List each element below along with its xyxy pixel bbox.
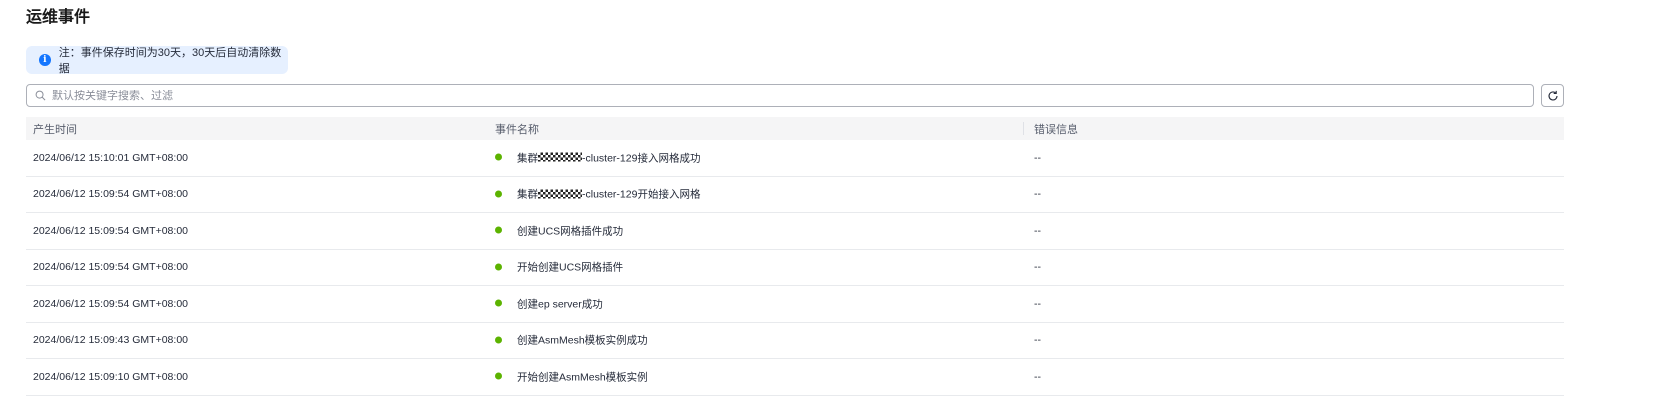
- event-name-text: 创建UCS网格插件成功: [517, 225, 624, 238]
- event-error: --: [1034, 370, 1041, 383]
- table-header: 产生时间 事件名称 错误信息: [26, 117, 1564, 140]
- table-row[interactable]: 2024/06/12 15:09:10 GMT+08:00 开始创建AsmMesh…: [26, 359, 1564, 396]
- event-name: 开始创建UCS网格插件: [495, 260, 623, 275]
- table-row[interactable]: 2024/06/12 15:09:54 GMT+08:00 创建ep server…: [26, 286, 1564, 323]
- search-icon: [35, 90, 46, 101]
- event-name: 集群 -cluster-129接入网格成功: [495, 150, 700, 165]
- event-time: 2024/06/12 15:09:43 GMT+08:00: [33, 334, 188, 347]
- status-dot-icon: [495, 263, 502, 271]
- event-time: 2024/06/12 15:10:01 GMT+08:00: [33, 151, 188, 164]
- event-time: 2024/06/12 15:09:54 GMT+08:00: [33, 261, 188, 274]
- event-time: 2024/06/12 15:09:10 GMT+08:00: [33, 370, 188, 383]
- refresh-button[interactable]: [1541, 84, 1564, 107]
- status-dot-icon: [495, 153, 502, 161]
- column-divider[interactable]: [1023, 122, 1024, 135]
- column-header-time[interactable]: 产生时间: [33, 121, 77, 137]
- table-body: 2024/06/12 15:10:01 GMT+08:00 集群 -cluster-…: [26, 140, 1564, 396]
- event-error: --: [1034, 151, 1041, 164]
- event-name: 集群 -cluster-129开始接入网格: [495, 187, 700, 202]
- column-header-name[interactable]: 事件名称: [495, 121, 539, 137]
- redacted-mask: [538, 152, 582, 162]
- refresh-icon: [1547, 90, 1558, 100]
- event-name-text: 开始创建AsmMesh模板实例: [517, 371, 648, 384]
- notice-text: 注：事件保存时间为30天，30天后自动清除数据: [58, 47, 282, 75]
- event-name-text: 开始创建UCS网格插件: [517, 261, 624, 274]
- event-name-text: 创建AsmMesh模板实例成功: [517, 334, 648, 347]
- status-dot-icon: [495, 299, 502, 307]
- events-table: 产生时间 事件名称 错误信息 2024/06/12 15:10:01 GMT+0…: [26, 117, 1564, 396]
- search-box[interactable]: [26, 84, 1534, 107]
- event-name: 创建AsmMesh模板实例成功: [495, 333, 648, 348]
- event-error: --: [1034, 297, 1041, 310]
- event-name-suffix: -cluster-129接入网格成功: [582, 152, 701, 165]
- event-error: --: [1034, 261, 1041, 274]
- event-name-text: 集群: [517, 188, 538, 201]
- status-dot-icon: [495, 190, 502, 198]
- event-name-suffix: -cluster-129开始接入网格: [582, 188, 701, 201]
- table-row[interactable]: 2024/06/12 15:09:54 GMT+08:00 开始创建UCS网格插件…: [26, 250, 1564, 286]
- retention-notice: i 注：事件保存时间为30天，30天后自动清除数据: [26, 46, 288, 75]
- event-name: 创建UCS网格插件成功: [495, 223, 623, 238]
- search-input[interactable]: [52, 89, 1533, 102]
- page-title: 运维事件: [26, 9, 91, 26]
- event-error: --: [1034, 224, 1041, 237]
- status-dot-icon: [495, 372, 502, 380]
- table-row[interactable]: 2024/06/12 15:09:43 GMT+08:00 创建AsmMesh模板…: [26, 323, 1564, 359]
- info-icon: i: [39, 54, 51, 66]
- table-row[interactable]: 2024/06/12 15:09:54 GMT+08:00 集群 -cluster-…: [26, 177, 1564, 213]
- event-name-text: 集群: [517, 152, 538, 165]
- event-time: 2024/06/12 15:09:54 GMT+08:00: [33, 188, 188, 201]
- column-header-error[interactable]: 错误信息: [1034, 121, 1078, 137]
- event-name-text: 创建ep server成功: [517, 298, 603, 311]
- event-error: --: [1034, 188, 1041, 201]
- status-dot-icon: [495, 226, 502, 234]
- table-row[interactable]: 2024/06/12 15:10:01 GMT+08:00 集群 -cluster-…: [26, 140, 1564, 177]
- event-name: 创建ep server成功: [495, 296, 603, 311]
- event-time: 2024/06/12 15:09:54 GMT+08:00: [33, 297, 188, 310]
- event-error: --: [1034, 334, 1041, 347]
- redacted-mask: [538, 189, 582, 199]
- event-time: 2024/06/12 15:09:54 GMT+08:00: [33, 224, 188, 237]
- event-name: 开始创建AsmMesh模板实例: [495, 369, 648, 384]
- status-dot-icon: [495, 336, 502, 344]
- table-row[interactable]: 2024/06/12 15:09:54 GMT+08:00 创建UCS网格插件成功…: [26, 213, 1564, 250]
